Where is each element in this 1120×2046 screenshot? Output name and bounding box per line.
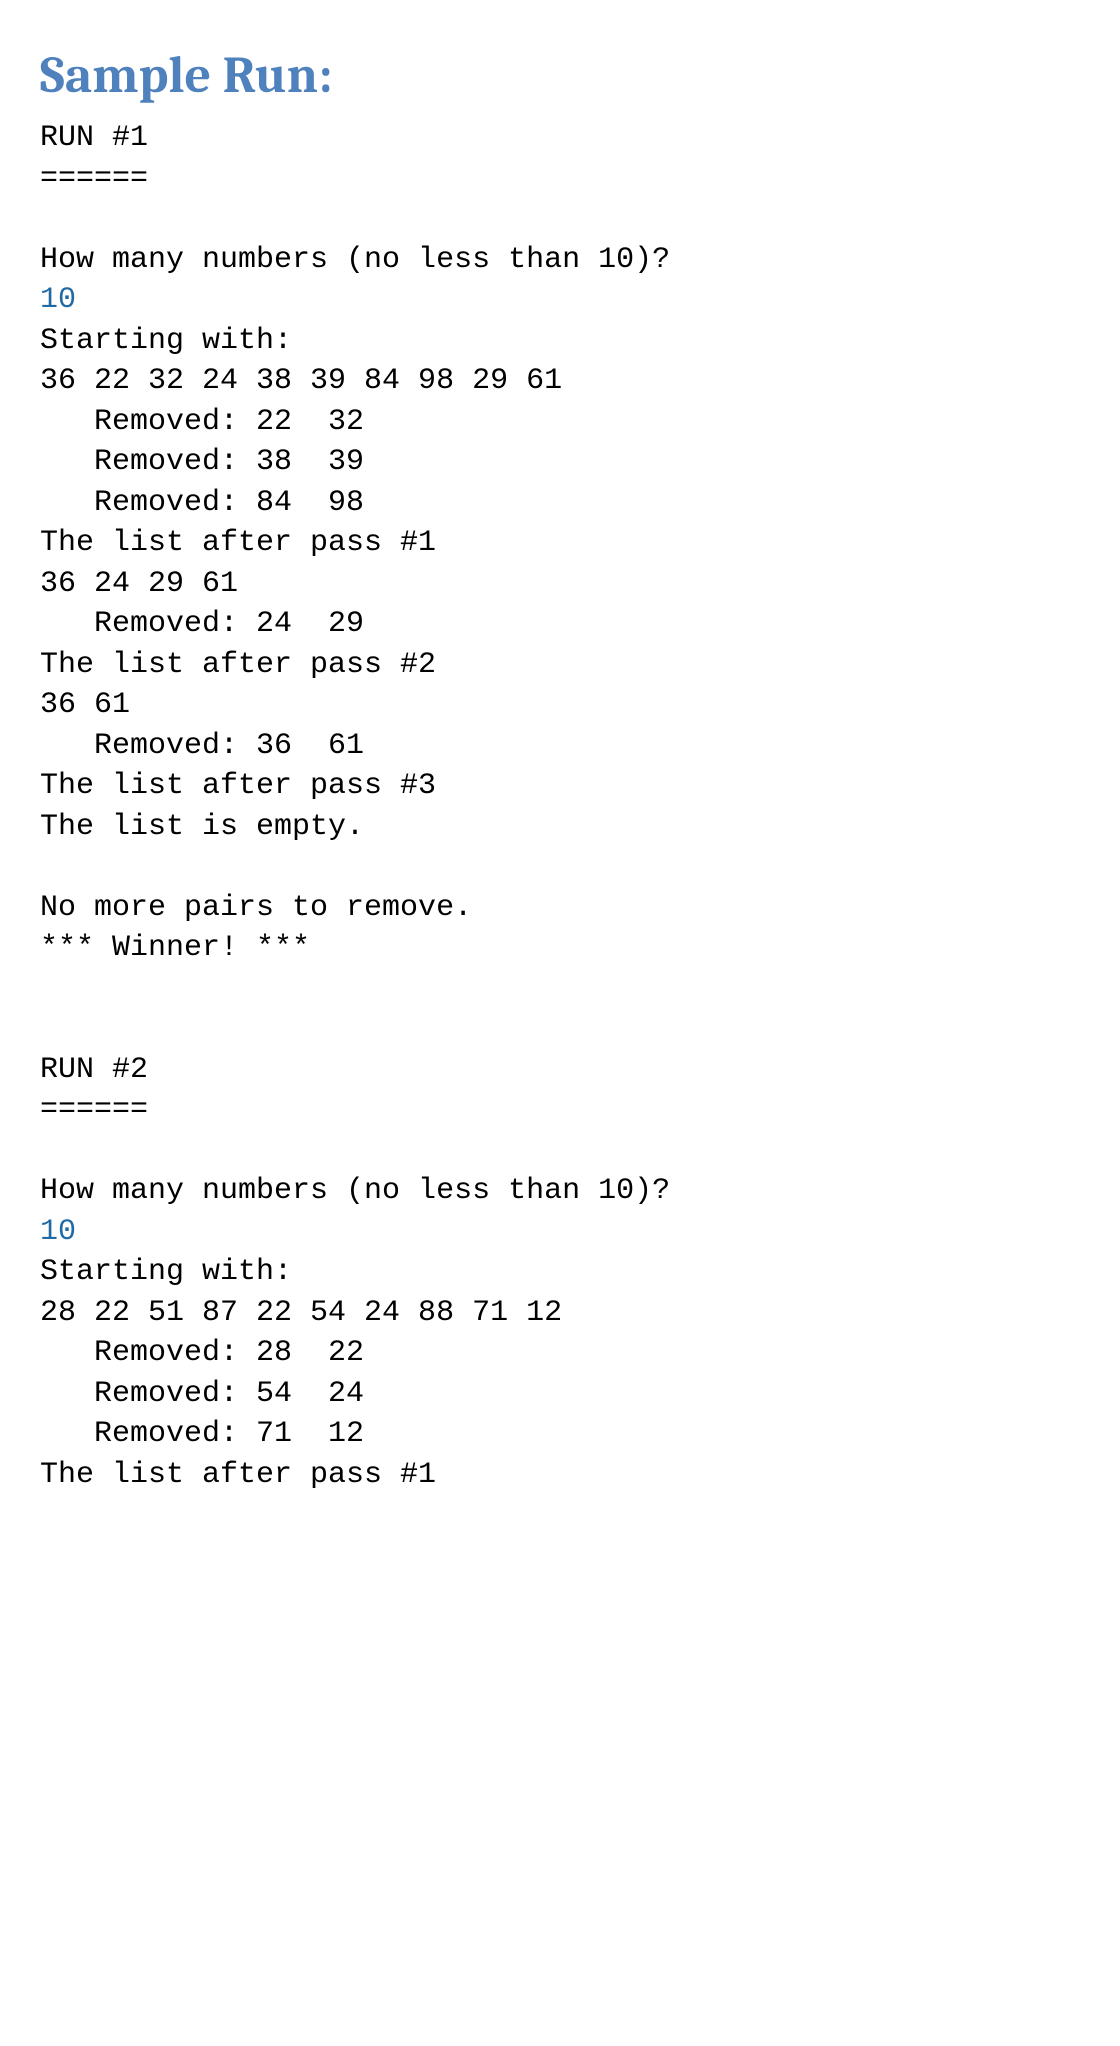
- run-1-removed-2: Removed: 38 39: [40, 445, 364, 479]
- run-1-pass3-label: The list after pass #3: [40, 769, 436, 803]
- run-1-empty-label: The list is empty.: [40, 810, 364, 844]
- run-2-prompt: How many numbers (no less than 10)?: [40, 1174, 670, 1208]
- run-2-title: RUN #2: [40, 1053, 148, 1087]
- run-1-prompt: How many numbers (no less than 10)?: [40, 243, 670, 277]
- run-2-pass1-label: The list after pass #1: [40, 1458, 436, 1492]
- run-2-starting-list: 28 22 51 87 22 54 24 88 71 12: [40, 1296, 562, 1330]
- section-heading: Sample Run:: [40, 40, 1080, 110]
- run-1-pass1-label: The list after pass #1: [40, 526, 436, 560]
- run-1-pass1-list: 36 24 29 61: [40, 567, 238, 601]
- run-2-divider: ======: [40, 1093, 148, 1127]
- run-1-removed-4: Removed: 24 29: [40, 607, 364, 641]
- run-2-removed-1: Removed: 28 22: [40, 1336, 364, 1370]
- run-1-removed-5: Removed: 36 61: [40, 729, 364, 763]
- run-1-winner: *** Winner! ***: [40, 931, 310, 965]
- run-1-pass2-label: The list after pass #2: [40, 648, 436, 682]
- run-1-starting-label: Starting with:: [40, 324, 292, 358]
- run-1-title: RUN #1: [40, 121, 148, 155]
- run-2-removed-2: Removed: 54 24: [40, 1377, 364, 1411]
- run-1-starting-list: 36 22 32 24 38 39 84 98 29 61: [40, 364, 562, 398]
- run-1-no-more: No more pairs to remove.: [40, 891, 472, 925]
- run-2-removed-3: Removed: 71 12: [40, 1417, 364, 1451]
- run-2-user-input: 10: [40, 1215, 76, 1249]
- run-1-block: RUN #1 ====== How many numbers (no less …: [40, 118, 1080, 1495]
- run-1-divider: ======: [40, 162, 148, 196]
- run-1-pass2-list: 36 61: [40, 688, 130, 722]
- run-1-removed-1: Removed: 22 32: [40, 405, 364, 439]
- run-1-removed-3: Removed: 84 98: [40, 486, 364, 520]
- run-2-starting-label: Starting with:: [40, 1255, 292, 1289]
- run-1-user-input: 10: [40, 283, 76, 317]
